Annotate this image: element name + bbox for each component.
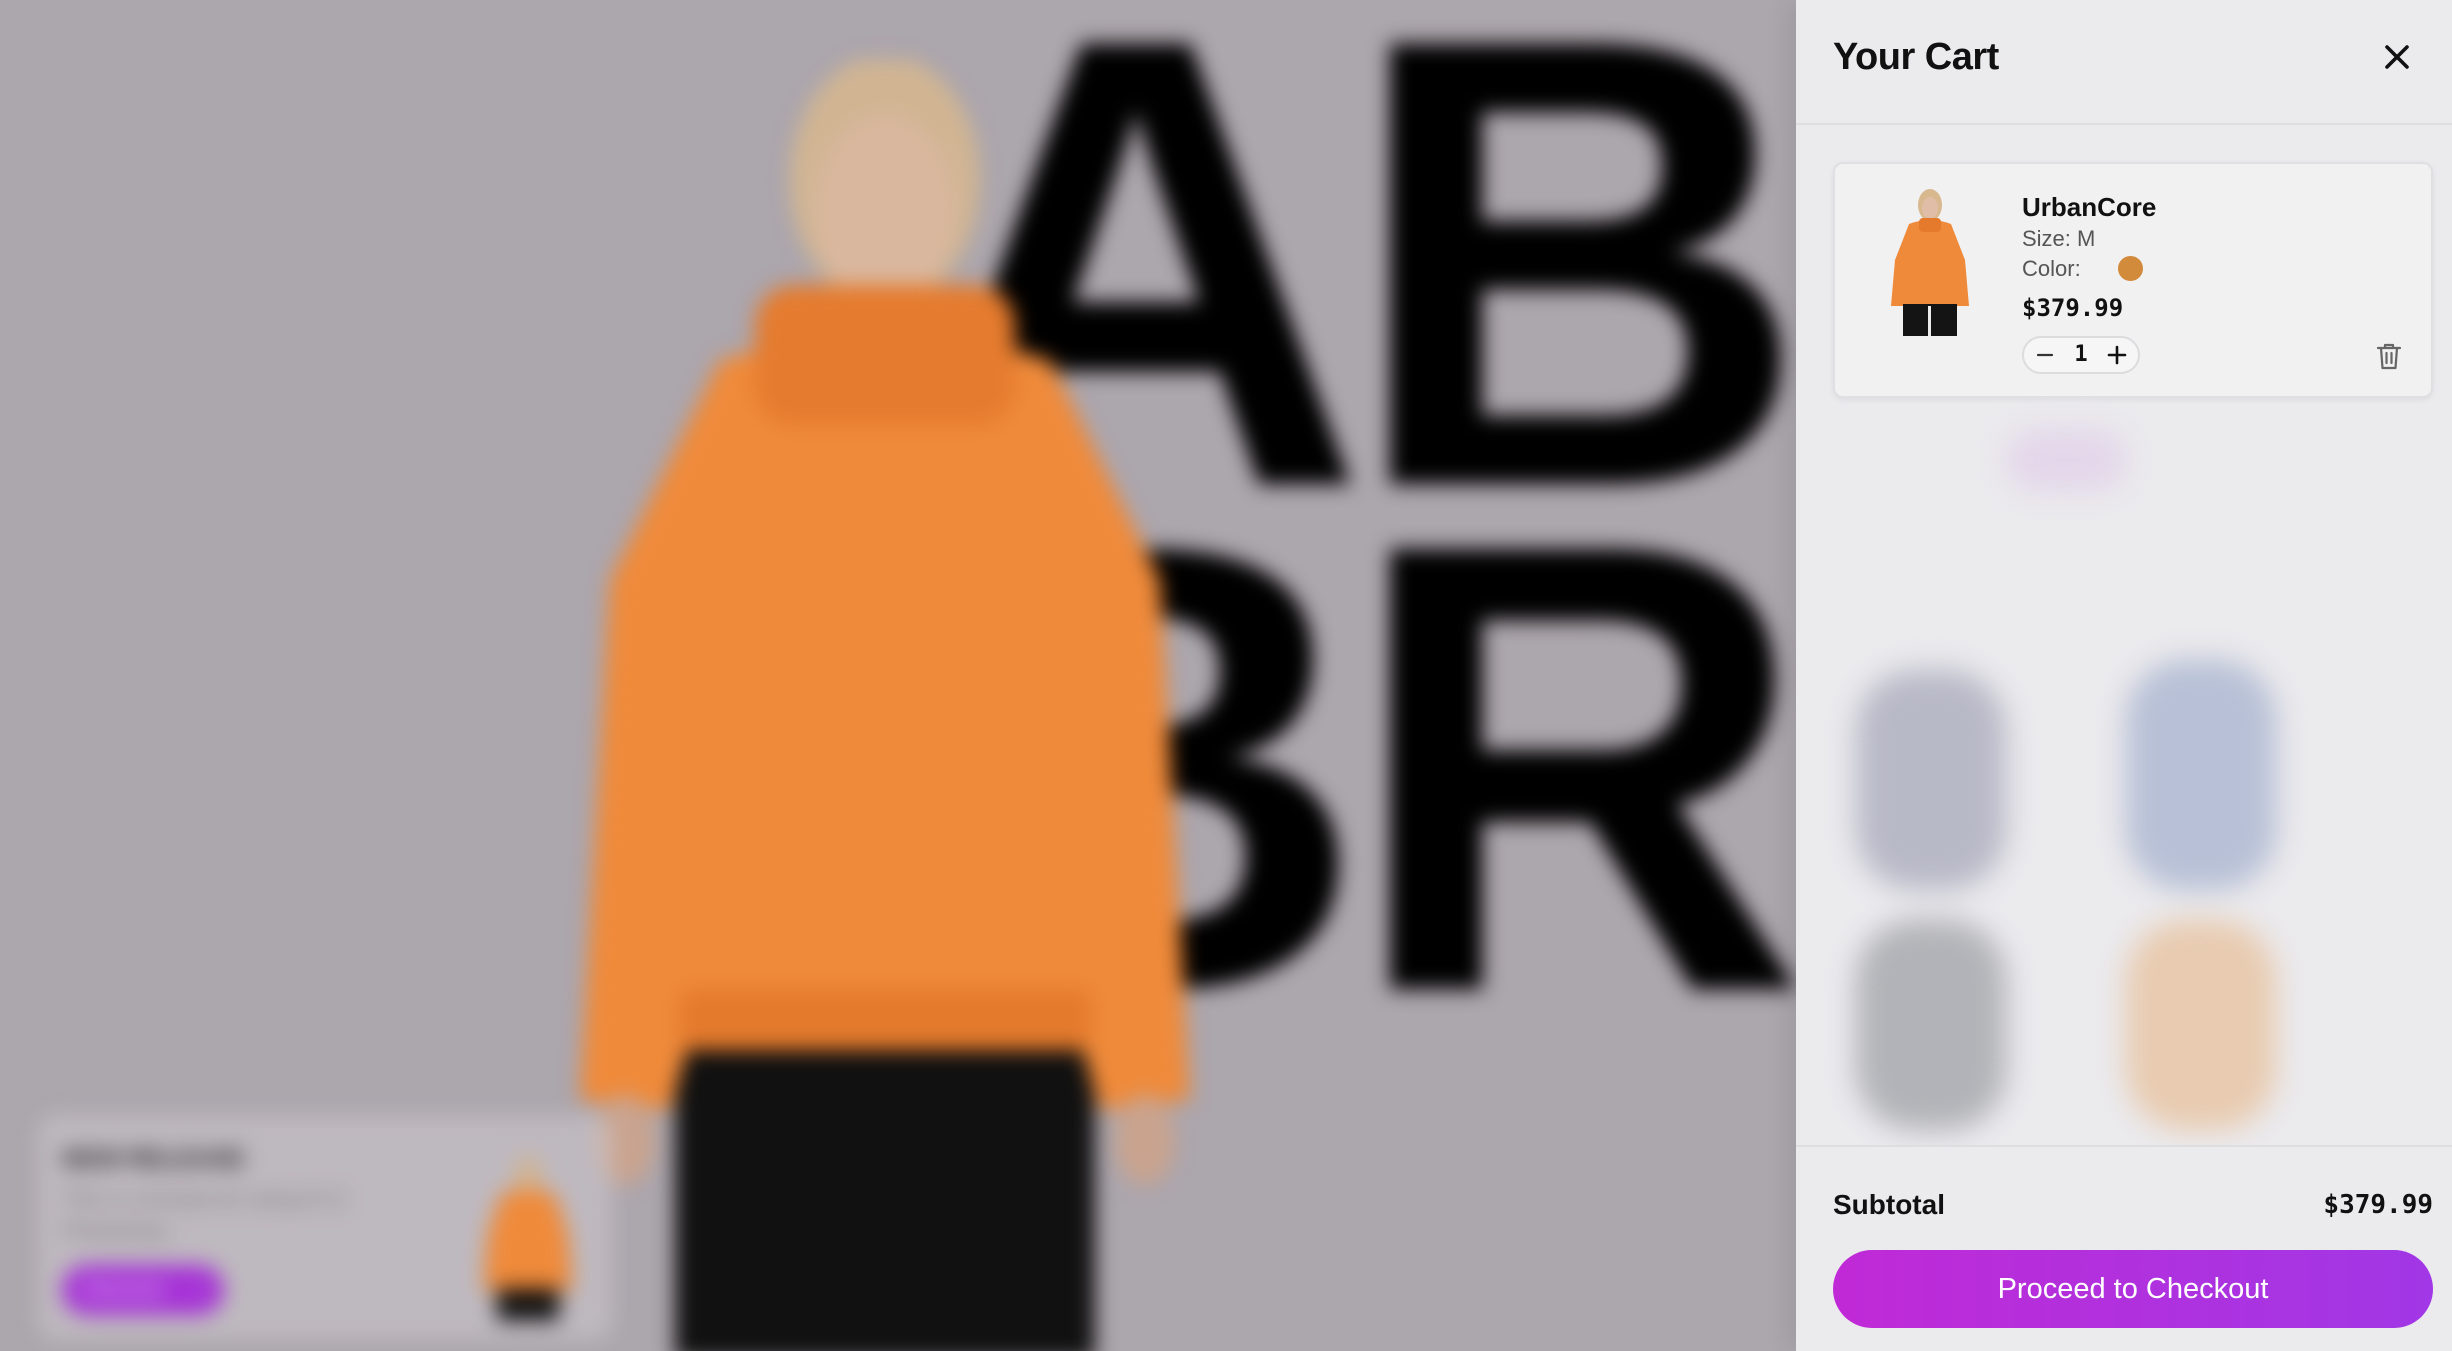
increase-quantity-button[interactable]	[2098, 338, 2136, 372]
promo-title: NEW RELEASE	[62, 1145, 246, 1173]
arrow-right-icon: ›	[197, 1278, 204, 1301]
cart-item-price: $379.99	[2022, 294, 2124, 322]
discover-button-label: Discover	[84, 1278, 166, 1301]
hero-section: AB BR NEW RELEASE This is concept art us…	[0, 0, 1796, 1351]
cart-footer: Subtotal $379.99 Proceed to Checkout	[1796, 1145, 2452, 1351]
quantity-stepper: 1	[2022, 336, 2140, 374]
remove-item-button[interactable]	[2375, 341, 2405, 373]
recommended-product	[1856, 670, 2006, 890]
recommended-products	[1796, 420, 2452, 1140]
cart-item-size: Size: M	[2022, 226, 2096, 251]
close-icon	[2385, 45, 2409, 69]
subtotal-value: $379.99	[2323, 1190, 2433, 1220]
recommended-product	[2126, 920, 2276, 1130]
recommended-product	[1856, 920, 2006, 1130]
recommended-product	[2006, 430, 2126, 490]
minus-icon	[2036, 353, 2054, 357]
decrease-quantity-button[interactable]	[2026, 338, 2064, 372]
cart-drawer: Your Cart UrbanCore Size: M Color: $379.…	[1796, 0, 2452, 1351]
checkout-button[interactable]: Proceed to Checkout	[1833, 1250, 2433, 1328]
cart-title: Your Cart	[1833, 36, 1999, 78]
background-page: AB BR NEW RELEASE This is concept art us…	[0, 0, 1796, 1351]
hero-model-image	[580, 60, 1190, 1351]
promo-thumbnail	[483, 1156, 573, 1321]
cart-item: UrbanCore Size: M Color: $379.99 1	[1833, 162, 2433, 398]
promo-description: This is concept art using AI & Photoshop	[62, 1186, 346, 1243]
plus-icon	[2107, 345, 2127, 365]
subtotal-label: Subtotal	[1833, 1189, 1945, 1220]
cart-header: Your Cart	[1796, 0, 2452, 125]
page: AB BR NEW RELEASE This is concept art us…	[0, 0, 2452, 1351]
quantity-value: 1	[2074, 342, 2088, 367]
cart-item-name: UrbanCore	[2022, 192, 2157, 222]
recommended-product	[2126, 660, 2276, 890]
cart-item-image	[1891, 189, 1969, 336]
cart-item-color-label: Color:	[2022, 256, 2081, 281]
promo-card[interactable]: NEW RELEASE This is concept art using AI…	[38, 1115, 613, 1340]
close-cart-button[interactable]	[2376, 36, 2418, 78]
trash-icon	[2376, 343, 2402, 370]
cart-item-color-swatch	[2118, 256, 2143, 281]
discover-button[interactable]: Discover ›	[62, 1265, 224, 1315]
